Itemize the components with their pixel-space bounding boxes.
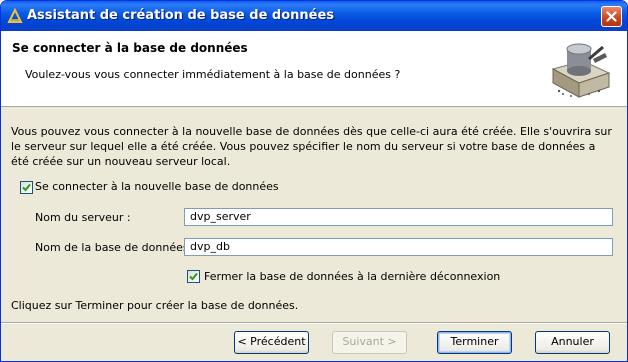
wizard-header: Se connecter à la base de données Voulez… <box>1 31 627 107</box>
server-name-label: Nom du serveur : <box>35 211 131 224</box>
cancel-button[interactable]: Annuler <box>535 331 610 354</box>
database-connect-icon <box>549 39 613 101</box>
window-title: Assistant de création de base de données <box>27 8 335 23</box>
database-wizard-icon <box>7 7 23 24</box>
database-name-label: Nom de la base de données : <box>35 241 196 254</box>
description-text: Vous pouvez vous connecter à la nouvelle… <box>11 125 612 168</box>
database-name-input[interactable]: dvp_db <box>184 238 613 256</box>
close-on-disconnect-checkbox[interactable] <box>187 270 200 283</box>
close-on-disconnect-label[interactable]: Fermer la base de données à la dernière … <box>204 270 500 283</box>
server-name-input[interactable]: dvp_server <box>184 208 613 226</box>
connect-checkbox-label[interactable]: Se connecter à la nouvelle base de donné… <box>35 180 279 193</box>
connect-checkbox[interactable] <box>20 181 33 194</box>
close-button[interactable] <box>601 6 622 27</box>
next-button[interactable]: Suivant > <box>332 331 407 354</box>
page-subtitle: Voulez-vous vous connecter immédiatement… <box>25 68 401 81</box>
title-bar[interactable]: Assistant de création de base de données <box>1 1 627 31</box>
page-title: Se connecter à la base de données <box>12 41 248 55</box>
footer-note: Cliquez sur Terminer pour créer la base … <box>11 299 299 312</box>
wizard-window: Assistant de création de base de données… <box>0 0 628 362</box>
finish-button[interactable]: Terminer <box>437 331 512 354</box>
previous-button[interactable]: < Précédent <box>234 331 309 354</box>
button-separator <box>1 322 627 324</box>
